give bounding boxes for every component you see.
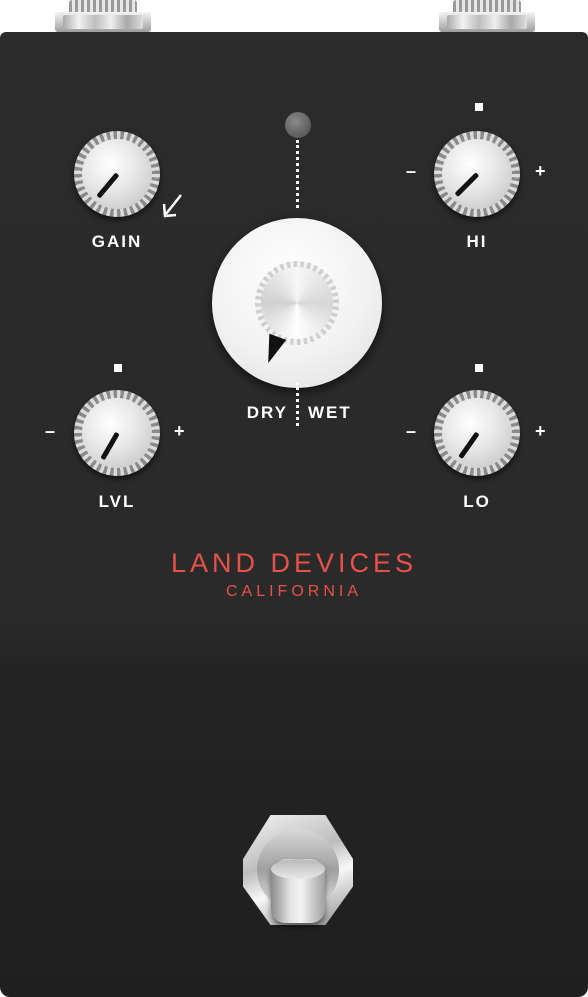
lvl-center-marker xyxy=(114,364,122,372)
lo-center-marker xyxy=(475,364,483,372)
lo-plus-label: + xyxy=(535,421,546,441)
footswitch-plunger-top xyxy=(271,859,325,879)
brand-location: CALIFORNIA xyxy=(225,583,362,600)
lvl-knob[interactable] xyxy=(74,390,160,476)
hi-label: HI xyxy=(466,232,488,251)
dry-label: DRY xyxy=(246,403,288,422)
status-led xyxy=(285,112,311,138)
gain-label: GAIN xyxy=(91,232,143,251)
mix-knob-cap xyxy=(255,261,339,345)
wet-label: WET xyxy=(308,403,352,422)
hi-knob[interactable] xyxy=(434,131,520,217)
mix-knob-pointer xyxy=(259,333,287,367)
arrow-down-left-icon xyxy=(162,194,182,218)
lo-minus-label: – xyxy=(406,421,417,441)
lvl-plus-label: + xyxy=(174,421,185,441)
lo-knob[interactable] xyxy=(434,390,520,476)
lvl-label: LVL xyxy=(98,492,136,511)
brand-name: LAND DEVICES xyxy=(170,548,418,578)
hi-plus-label: + xyxy=(535,161,546,181)
mix-scale-line-bottom xyxy=(296,382,299,426)
mix-knob[interactable] xyxy=(212,218,382,388)
bypass-footswitch[interactable] xyxy=(243,815,353,927)
lo-label: LO xyxy=(463,492,491,511)
hi-minus-label: – xyxy=(406,161,417,181)
lvl-minus-label: – xyxy=(45,421,56,441)
output-jack xyxy=(439,0,535,36)
mix-scale-line-top xyxy=(296,140,299,208)
hi-center-marker xyxy=(475,103,483,111)
gain-knob[interactable] xyxy=(74,131,160,217)
input-jack xyxy=(55,0,151,36)
